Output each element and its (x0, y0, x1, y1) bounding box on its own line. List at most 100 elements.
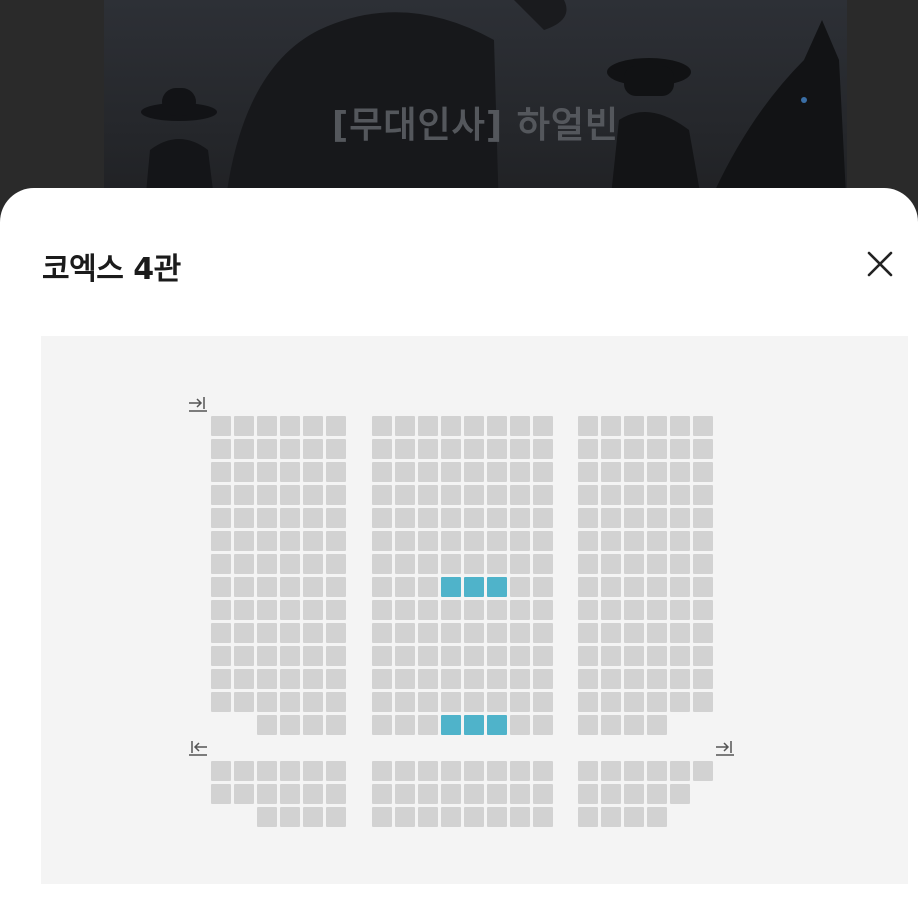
seat[interactable] (418, 577, 438, 597)
seat[interactable] (647, 784, 667, 804)
seat[interactable] (326, 623, 346, 643)
seat[interactable] (441, 600, 461, 620)
seat[interactable] (395, 600, 415, 620)
seat[interactable] (257, 439, 277, 459)
seat[interactable] (257, 554, 277, 574)
seat[interactable] (464, 761, 484, 781)
seat[interactable] (372, 784, 392, 804)
seat[interactable] (647, 577, 667, 597)
seat[interactable] (601, 807, 621, 827)
seat[interactable] (464, 600, 484, 620)
seat[interactable] (303, 485, 323, 505)
seat[interactable] (372, 439, 392, 459)
seat[interactable] (601, 485, 621, 505)
seat[interactable] (395, 485, 415, 505)
seat[interactable] (280, 439, 300, 459)
seat[interactable] (487, 623, 507, 643)
seat[interactable] (303, 439, 323, 459)
seat[interactable] (578, 439, 598, 459)
seat[interactable] (533, 669, 553, 689)
seat[interactable] (578, 715, 598, 735)
seat[interactable] (533, 600, 553, 620)
seat[interactable] (303, 554, 323, 574)
seat[interactable] (533, 807, 553, 827)
seat[interactable] (326, 600, 346, 620)
seat[interactable] (303, 623, 323, 643)
seat[interactable] (372, 485, 392, 505)
seat[interactable] (578, 600, 598, 620)
seat[interactable] (670, 508, 690, 528)
seat[interactable] (418, 784, 438, 804)
seat[interactable] (624, 646, 644, 666)
seat[interactable] (257, 669, 277, 689)
seat[interactable] (693, 508, 713, 528)
seat[interactable] (533, 462, 553, 482)
seat[interactable] (280, 761, 300, 781)
seat[interactable] (578, 692, 598, 712)
seat[interactable] (303, 577, 323, 597)
seat-selected[interactable] (487, 577, 507, 597)
seat[interactable] (280, 508, 300, 528)
seat-selected[interactable] (464, 577, 484, 597)
seat[interactable] (372, 554, 392, 574)
seat[interactable] (418, 646, 438, 666)
seat[interactable] (510, 531, 530, 551)
seat[interactable] (487, 600, 507, 620)
seat[interactable] (372, 807, 392, 827)
seat[interactable] (693, 416, 713, 436)
seat[interactable] (326, 692, 346, 712)
seat[interactable] (211, 508, 231, 528)
seat[interactable] (624, 577, 644, 597)
seat[interactable] (234, 623, 254, 643)
seat[interactable] (441, 531, 461, 551)
seat[interactable] (395, 577, 415, 597)
seat[interactable] (624, 807, 644, 827)
seat[interactable] (372, 761, 392, 781)
seat[interactable] (647, 485, 667, 505)
seat[interactable] (441, 508, 461, 528)
seat[interactable] (487, 485, 507, 505)
seat[interactable] (601, 600, 621, 620)
seat[interactable] (510, 623, 530, 643)
seat[interactable] (372, 646, 392, 666)
seat[interactable] (624, 462, 644, 482)
seat[interactable] (647, 669, 667, 689)
seat[interactable] (693, 462, 713, 482)
seat[interactable] (578, 508, 598, 528)
seat[interactable] (624, 692, 644, 712)
seat[interactable] (487, 784, 507, 804)
seat[interactable] (533, 554, 553, 574)
seat[interactable] (441, 623, 461, 643)
seat[interactable] (533, 577, 553, 597)
seat[interactable] (303, 531, 323, 551)
seat[interactable] (510, 485, 530, 505)
seat[interactable] (234, 439, 254, 459)
seat[interactable] (510, 646, 530, 666)
seat[interactable] (601, 439, 621, 459)
seat[interactable] (326, 807, 346, 827)
seat[interactable] (441, 692, 461, 712)
seat[interactable] (211, 577, 231, 597)
seat[interactable] (693, 531, 713, 551)
seat[interactable] (234, 416, 254, 436)
seat[interactable] (395, 554, 415, 574)
seat[interactable] (647, 715, 667, 735)
seat[interactable] (326, 508, 346, 528)
seat[interactable] (487, 554, 507, 574)
seat[interactable] (578, 462, 598, 482)
seat[interactable] (670, 623, 690, 643)
seat[interactable] (372, 715, 392, 735)
seat-selected[interactable] (464, 715, 484, 735)
seat[interactable] (670, 554, 690, 574)
seat[interactable] (280, 462, 300, 482)
seat[interactable] (418, 807, 438, 827)
seat[interactable] (578, 577, 598, 597)
seat[interactable] (647, 508, 667, 528)
seat[interactable] (441, 485, 461, 505)
seat[interactable] (211, 554, 231, 574)
seat[interactable] (601, 508, 621, 528)
seat[interactable] (234, 600, 254, 620)
seat[interactable] (624, 439, 644, 459)
seat[interactable] (257, 600, 277, 620)
seat[interactable] (670, 462, 690, 482)
